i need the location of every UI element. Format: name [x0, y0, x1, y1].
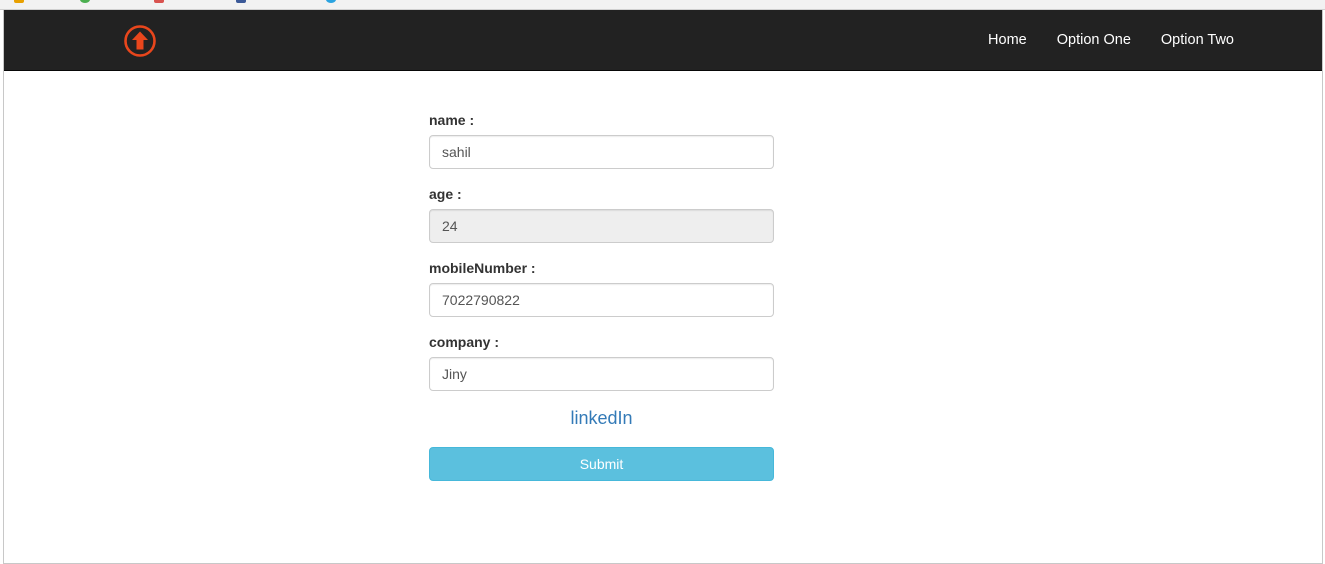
- bookmark-facebook-icon[interactable]: [236, 0, 246, 3]
- linkedin-link[interactable]: linkedIn: [570, 408, 632, 428]
- company-label: company :: [429, 334, 500, 350]
- age-label: age :: [429, 186, 462, 202]
- bookmarks-bar: [0, 0, 1325, 10]
- nav-home-link[interactable]: Home: [988, 32, 1027, 48]
- nav-option-one-link[interactable]: Option One: [1057, 32, 1131, 48]
- bookmark-globe-icon[interactable]: [326, 0, 336, 3]
- nav-option-two-link[interactable]: Option Two: [1161, 32, 1234, 48]
- arrow-up-circle-icon[interactable]: [123, 24, 157, 58]
- bookmark-gmail-icon[interactable]: [154, 0, 164, 3]
- submit-button[interactable]: Submit: [429, 447, 774, 481]
- name-label: name :: [429, 112, 475, 128]
- mobile-number-label: mobileNumber :: [429, 260, 536, 276]
- linkedin-link-row: linkedIn: [429, 406, 774, 430]
- profile-form: name : age : mobileNumber : company : li…: [429, 110, 774, 481]
- navbar: Home Option One Option Two: [4, 10, 1322, 71]
- age-input[interactable]: [429, 209, 774, 243]
- company-input[interactable]: [429, 357, 774, 391]
- bookmark-google-icon[interactable]: [80, 0, 90, 3]
- nav-links: Home Option One Option Two: [958, 10, 1234, 70]
- bookmark-apps-icon[interactable]: [14, 0, 24, 3]
- name-input[interactable]: [429, 135, 774, 169]
- mobile-number-input[interactable]: [429, 283, 774, 317]
